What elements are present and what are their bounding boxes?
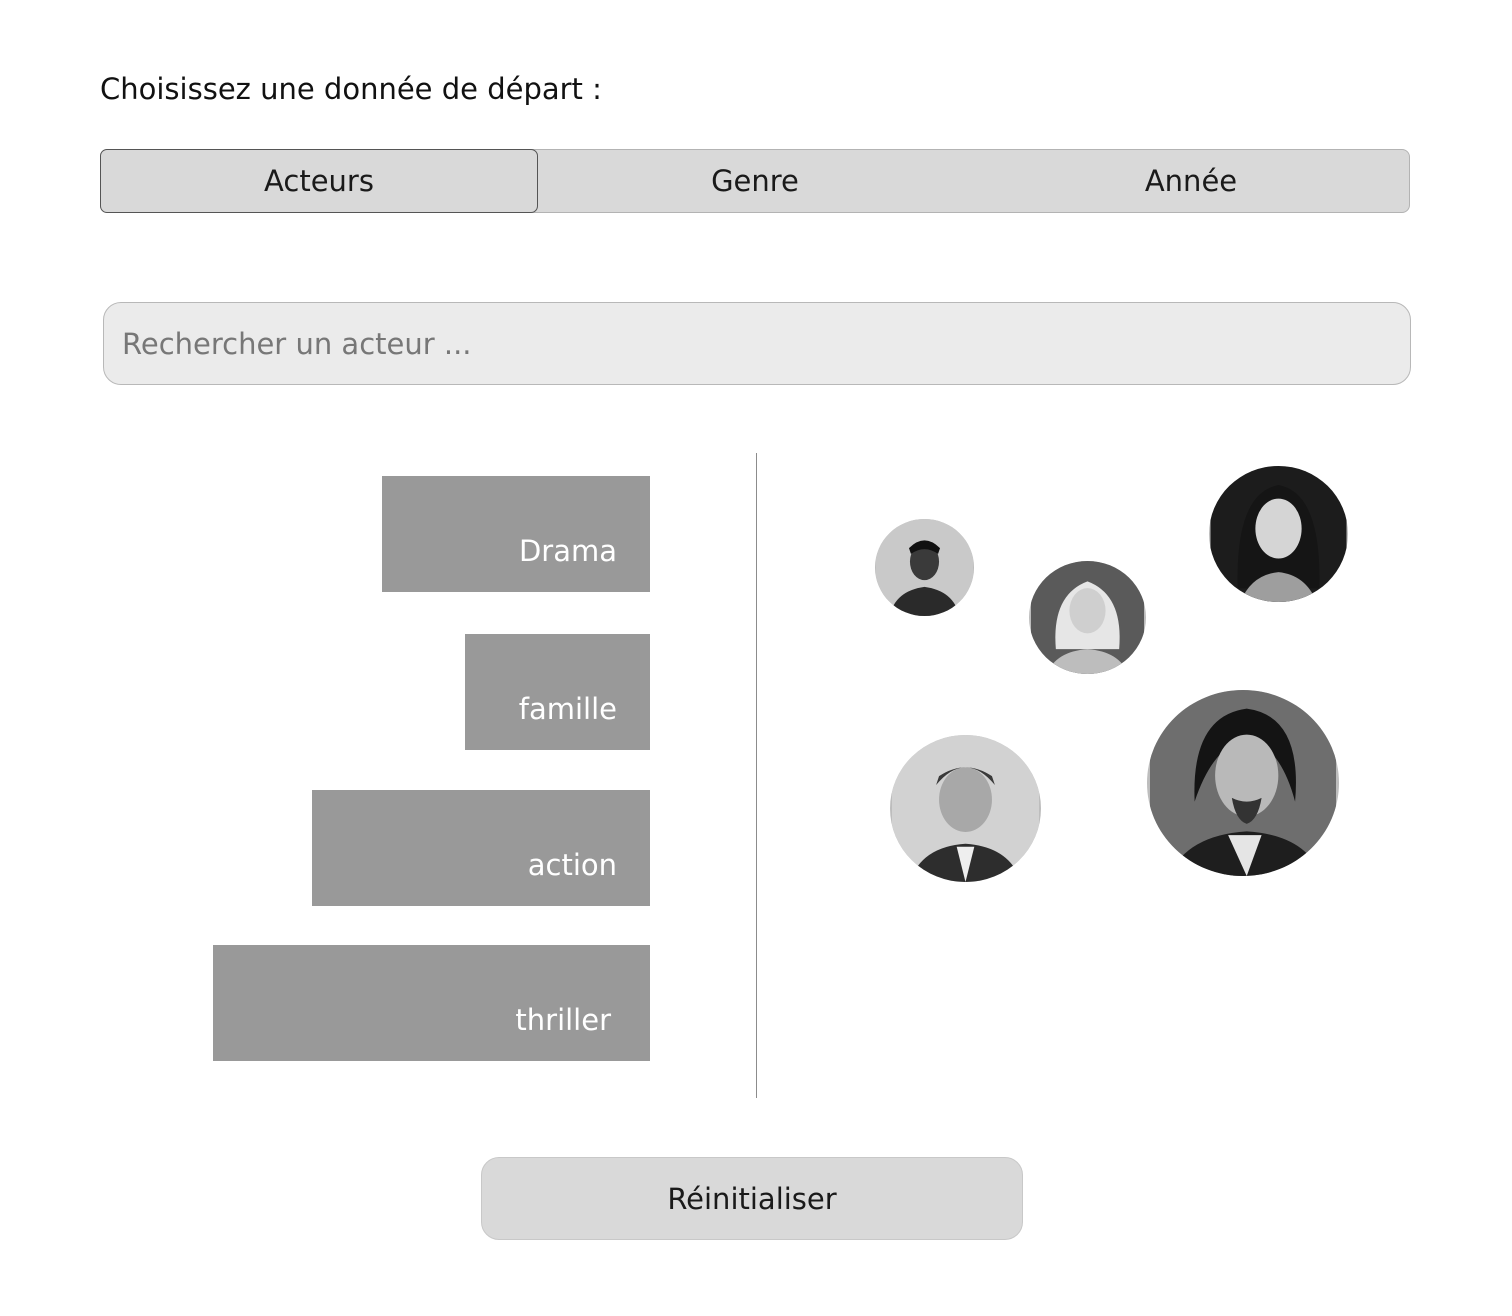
actor-portrait-image bbox=[1150, 690, 1336, 876]
genre-bar-label: famille bbox=[518, 692, 617, 726]
genre-bar-label: action bbox=[527, 848, 617, 882]
genre-bar-famille[interactable]: famille bbox=[465, 634, 650, 750]
actor-portrait-image bbox=[876, 519, 973, 616]
genre-bar-action[interactable]: action bbox=[312, 790, 650, 906]
genre-bar-label: thriller bbox=[515, 1003, 611, 1037]
actor-portrait-image bbox=[1210, 466, 1347, 602]
genre-bar-thriller[interactable]: thriller bbox=[213, 945, 650, 1061]
tab-acteurs[interactable]: Acteurs bbox=[100, 149, 538, 213]
vertical-divider bbox=[756, 453, 757, 1098]
actor-search-input[interactable] bbox=[103, 302, 1411, 385]
actor-portrait-image bbox=[1031, 561, 1144, 674]
actor-photo-1[interactable] bbox=[875, 519, 974, 616]
genre-bar-drama[interactable]: Drama bbox=[382, 476, 650, 592]
actor-photo-4[interactable] bbox=[890, 735, 1041, 882]
tab-annee[interactable]: Année bbox=[973, 150, 1409, 212]
page-prompt: Choisissez une donnée de départ : bbox=[100, 72, 602, 106]
reset-button[interactable]: Réinitialiser bbox=[481, 1157, 1023, 1240]
genre-bar-label: Drama bbox=[518, 534, 617, 568]
data-source-selector: Acteurs Genre Année bbox=[100, 149, 1410, 213]
actor-photo-5[interactable] bbox=[1147, 690, 1339, 876]
actor-photo-3[interactable] bbox=[1209, 466, 1348, 602]
actor-photo-2[interactable] bbox=[1029, 561, 1146, 674]
actor-portrait-image bbox=[892, 735, 1039, 882]
tab-genre[interactable]: Genre bbox=[537, 150, 973, 212]
